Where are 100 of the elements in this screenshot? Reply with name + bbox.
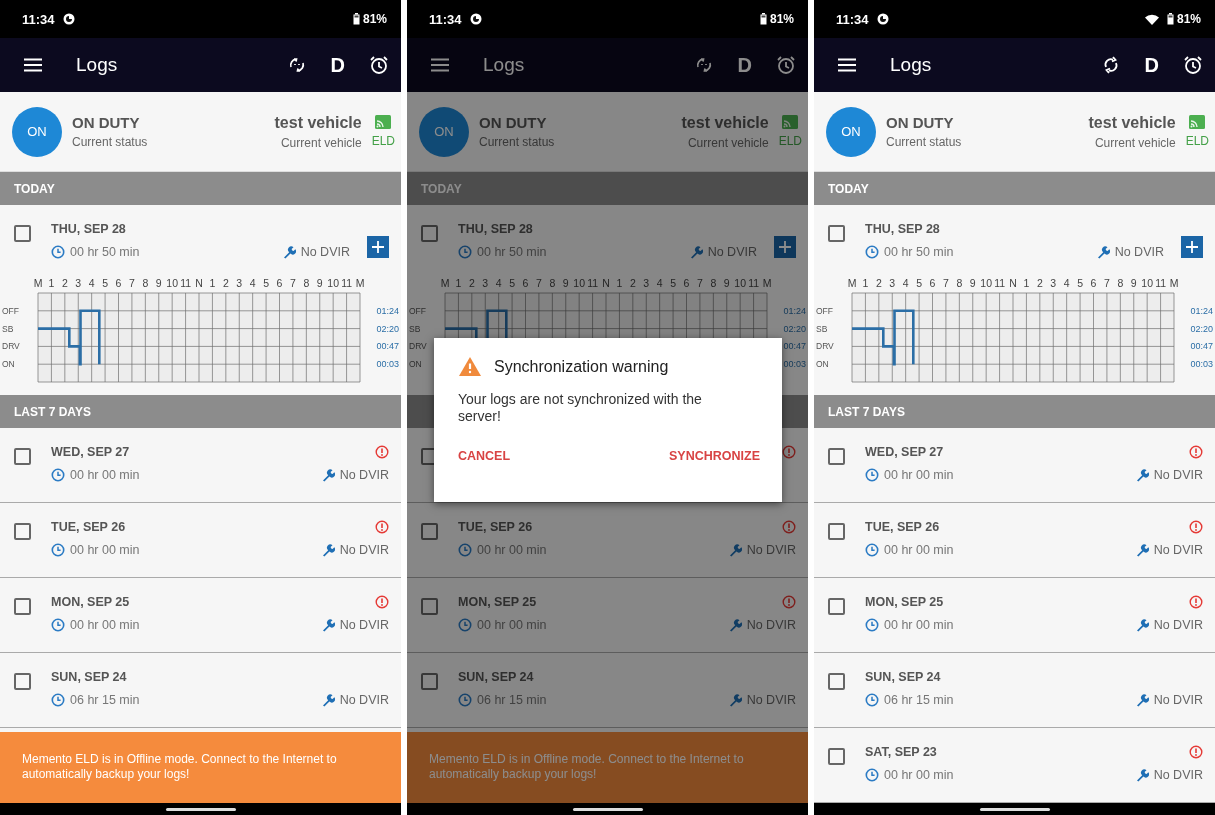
log-duration: 00 hr 00 min [884, 618, 954, 632]
dvir-status: No DVIR [1153, 543, 1203, 557]
duty-status: ON DUTY [72, 114, 141, 131]
hour-label: 3 [1050, 277, 1057, 289]
log-duration: 00 hr 00 min [70, 618, 140, 632]
log-duration: 00 hr 00 min [884, 768, 954, 782]
hour-label: N [602, 277, 610, 289]
hour-label: 5 [102, 277, 108, 289]
log-date: TUE, SEP 26 [865, 520, 940, 534]
hour-label: 8 [549, 277, 556, 289]
hour-label: 5 [509, 277, 515, 289]
hour-label: 11 [180, 277, 192, 289]
status-total: 01:24 [376, 305, 399, 316]
log-duration: 00 hr 00 min [70, 543, 140, 557]
duty-status-label: SB [2, 323, 14, 334]
log-date: WED, SEP 27 [865, 445, 944, 459]
hour-label: 3 [75, 277, 82, 289]
hour-label: 2 [222, 277, 229, 289]
hour-label: 2 [468, 277, 475, 289]
log-duration: 00 hr 00 min [477, 618, 547, 632]
duty-status-label: OFF [2, 305, 19, 316]
offline-banner: Memento ELD is in Offline mode. Connect to the Internet to automatically backup your logs! [0, 732, 401, 803]
duty-status-label: DRV [409, 341, 427, 352]
status-time: 11:34 [836, 11, 869, 27]
hour-label: 10 [327, 277, 339, 289]
status-total: 02:20 [376, 323, 399, 334]
duty-status-label: ON [2, 359, 15, 370]
hour-label: 11 [587, 277, 599, 289]
screen-title: Logs [890, 54, 932, 76]
status-total: 01:24 [783, 305, 806, 316]
log-date: MON, SEP 25 [51, 595, 130, 609]
duty-status-label: DRV [816, 341, 834, 352]
hour-label: 1 [209, 277, 216, 289]
log-duration: 00 hr 50 min [884, 245, 954, 259]
duty-status-label: ON [409, 359, 422, 370]
hour-label: 1 [1023, 277, 1030, 289]
hour-label: 1 [455, 277, 462, 289]
vehicle-caption: Current vehicle [1094, 135, 1176, 150]
status-total: 02:20 [1190, 323, 1213, 334]
hour-label: 10 [573, 277, 585, 289]
dvir-status: No DVIR [746, 543, 796, 557]
hour-label: 8 [956, 277, 963, 289]
hour-label: 3 [482, 277, 489, 289]
vehicle-caption: Current vehicle [687, 135, 769, 150]
hour-label: 4 [249, 277, 256, 289]
hour-label: M [440, 277, 450, 289]
log-date: TUE, SEP 26 [458, 520, 533, 534]
vehicle-name: test vehicle [681, 113, 769, 132]
hour-label: 4 [88, 277, 95, 289]
hour-label: 9 [316, 277, 323, 289]
log-date: THU, SEP 28 [458, 222, 534, 236]
hour-label: 11 [994, 277, 1006, 289]
status-total: 00:47 [376, 341, 399, 352]
hour-label: 5 [263, 277, 269, 289]
eld-label: ELD [778, 134, 802, 148]
log-date: WED, SEP 27 [51, 445, 130, 459]
log-date: MON, SEP 25 [458, 595, 537, 609]
log-duration: 06 hr 15 min [884, 693, 954, 707]
duty-status: ON DUTY [479, 114, 548, 131]
duty-status-label: SB [816, 323, 828, 334]
hour-label: 1 [48, 277, 55, 289]
status-total: 01:24 [1190, 305, 1213, 316]
hour-label: 7 [129, 277, 135, 289]
hour-label: 5 [670, 277, 676, 289]
hour-label: 11 [341, 277, 353, 289]
duty-status-label: SB [409, 323, 421, 334]
log-date: SUN, SEP 24 [51, 670, 127, 684]
screen-title: Logs [76, 54, 118, 76]
hour-label: 6 [929, 277, 936, 289]
hour-label: 10 [166, 277, 178, 289]
section-header: TODAY [0, 172, 401, 205]
hour-label: M [33, 277, 43, 289]
hour-label: 10 [734, 277, 746, 289]
dvir-status: No DVIR [707, 245, 757, 259]
hour-label: 5 [916, 277, 922, 289]
dvir-status: No DVIR [1114, 245, 1164, 259]
hour-label: 5 [1077, 277, 1083, 289]
duty-status: ON DUTY [886, 114, 955, 131]
battery-percent: 81% [362, 12, 387, 26]
dvir-status: No DVIR [1153, 618, 1203, 632]
log-duration: 00 hr 00 min [477, 543, 547, 557]
vehicle-name: test vehicle [274, 113, 362, 132]
hour-label: 8 [142, 277, 149, 289]
status-total: 00:03 [783, 359, 806, 370]
hour-label: 9 [969, 277, 976, 289]
dvir-status: No DVIR [1153, 468, 1203, 482]
hour-label: 8 [303, 277, 310, 289]
status-time: 11:34 [22, 11, 55, 27]
hour-label: M [355, 277, 365, 289]
hour-label: 7 [943, 277, 949, 289]
log-date: SUN, SEP 24 [865, 670, 941, 684]
hour-label: 1 [616, 277, 623, 289]
dvir-status: No DVIR [339, 693, 389, 707]
log-duration: 00 hr 50 min [477, 245, 547, 259]
status-total: 02:20 [783, 323, 806, 334]
duty-status-label: DRV [2, 341, 20, 352]
hour-label: 6 [1090, 277, 1097, 289]
hour-label: 2 [61, 277, 68, 289]
hour-label: 2 [629, 277, 636, 289]
hour-label: 4 [1063, 277, 1070, 289]
